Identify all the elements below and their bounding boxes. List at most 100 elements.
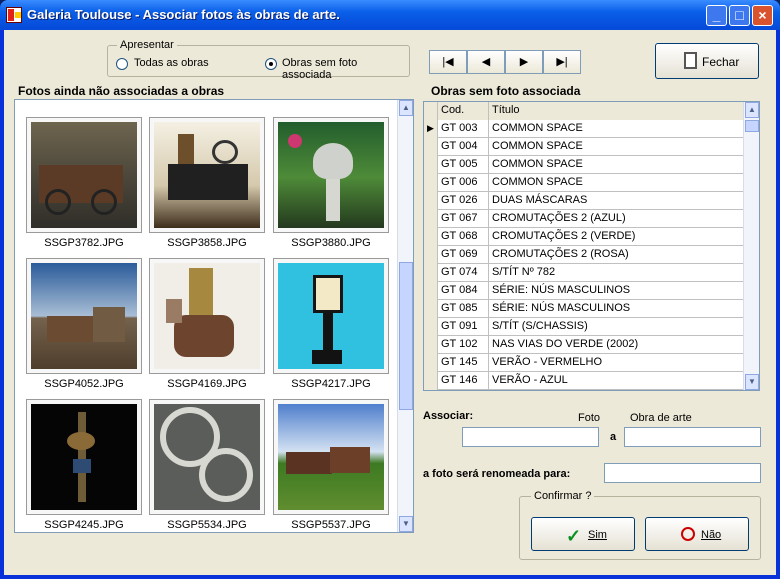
table-row[interactable]: GT 145 VERÃO - VERMELHO	[424, 354, 744, 372]
photo-grid: SSGP3782.JPG SSGP3858.JPG SSGP3880.JPG S…	[15, 100, 399, 532]
photo-thumbnail[interactable]	[149, 399, 265, 515]
radio-obras-sem-foto[interactable]	[265, 58, 277, 70]
last-record-button[interactable]: ▶|	[543, 50, 581, 74]
cod-cell: GT 091	[438, 318, 489, 336]
photo-filename: SSGP3782.JPG	[44, 237, 124, 249]
nao-button-label: Não	[701, 529, 722, 541]
cod-cell: GT 084	[438, 282, 489, 300]
row-selector-icon	[424, 210, 438, 228]
nao-button[interactable]: Não	[645, 517, 749, 551]
maximize-button[interactable]: □	[729, 5, 750, 26]
table-row[interactable]: GT 084 SÉRIE: NÚS MASCULINOS	[424, 282, 744, 300]
close-button[interactable]: ×	[752, 5, 773, 26]
obras-scrollbar[interactable]: ▲ ▼	[743, 102, 759, 390]
rename-field[interactable]	[604, 463, 761, 483]
titulo-cell: DUAS MÁSCARAS	[489, 192, 744, 210]
obras-scroll-thumb[interactable]	[745, 120, 759, 132]
cod-cell: GT 074	[438, 264, 489, 282]
photo-thumbnail[interactable]	[273, 258, 389, 374]
photo-thumbnail[interactable]	[149, 117, 265, 233]
first-record-button[interactable]: |◀	[429, 50, 467, 74]
table-row[interactable]: GT 091 S/TÍT (S/CHASSIS)	[424, 318, 744, 336]
photo-thumbnail[interactable]	[149, 258, 265, 374]
row-selector-icon	[424, 282, 438, 300]
titulo-cell: NAS VIAS DO VERDE (2002)	[489, 336, 744, 354]
sim-button-label: Sim	[588, 529, 607, 541]
obras-table[interactable]: Cod. Título ▶ GT 003 COMMON SPACE GT 004 COM…	[423, 101, 760, 391]
scroll-up-icon[interactable]: ▲	[399, 100, 413, 116]
photo-thumbnail[interactable]	[26, 399, 142, 515]
title-bar[interactable]: Galeria Toulouse - Associar fotos às obr…	[0, 0, 780, 30]
photo-filename: SSGP4245.JPG	[44, 519, 124, 531]
scroll-down-icon[interactable]: ▼	[745, 374, 759, 390]
obra-de-arte-label: Obra de arte	[630, 412, 692, 424]
radio-todas-as-obras[interactable]	[116, 58, 128, 70]
cod-cell: GT 085	[438, 300, 489, 318]
table-row[interactable]: GT 074 S/TÍT Nº 782	[424, 264, 744, 282]
application-window: Galeria Toulouse - Associar fotos às obr…	[0, 0, 780, 579]
obras-heading: Obras sem foto associada	[431, 84, 581, 98]
titulo-cell: SÉRIE: NÚS MASCULINOS	[489, 282, 744, 300]
row-selector-icon	[424, 138, 438, 156]
cod-cell: GT 026	[438, 192, 489, 210]
table-row[interactable]: GT 006 COMMON SPACE	[424, 174, 744, 192]
cod-cell: GT 102	[438, 336, 489, 354]
obra-de-arte-field[interactable]	[624, 427, 761, 447]
sim-button[interactable]: ✓ Sim	[531, 517, 635, 551]
cod-cell: GT 069	[438, 246, 489, 264]
photo-filename: SSGP4217.JPG	[291, 378, 371, 390]
column-header-cod[interactable]: Cod.	[438, 102, 489, 120]
row-selector-icon: ▶	[424, 120, 438, 138]
table-row[interactable]: GT 068 CROMUTAÇÕES 2 (VERDE)	[424, 228, 744, 246]
row-selector-icon	[424, 174, 438, 192]
cod-cell: GT 068	[438, 228, 489, 246]
previous-record-button[interactable]: ◀	[467, 50, 505, 74]
radio-label-sem-foto: Obras sem foto associada	[282, 57, 358, 81]
titulo-cell: S/TÍT Nº 782	[489, 264, 744, 282]
table-row[interactable]: GT 004 COMMON SPACE	[424, 138, 744, 156]
row-selector-icon	[424, 156, 438, 174]
photo-filename: SSGP3858.JPG	[167, 237, 247, 249]
table-row[interactable]: GT 102 NAS VIAS DO VERDE (2002)	[424, 336, 744, 354]
window-title: Galeria Toulouse - Associar fotos às obr…	[27, 7, 340, 22]
column-header-titulo[interactable]: Título	[489, 102, 744, 120]
scroll-up-icon[interactable]: ▲	[745, 102, 759, 118]
fechar-button[interactable]: Fechar	[655, 43, 759, 79]
photo-scrollbar[interactable]: ▲ ▼	[397, 100, 413, 532]
photo-thumbnail[interactable]	[273, 399, 389, 515]
confirmar-group: Confirmar ? ✓ Sim Não	[519, 490, 761, 560]
photo-gallery[interactable]: SSGP3782.JPG SSGP3858.JPG SSGP3880.JPG S…	[14, 99, 414, 533]
row-selector-icon	[424, 372, 438, 390]
table-row[interactable]: GT 085 SÉRIE: NÚS MASCULINOS	[424, 300, 744, 318]
table-row[interactable]: GT 067 CROMUTAÇÕES 2 (AZUL)	[424, 210, 744, 228]
table-row[interactable]: GT 005 COMMON SPACE	[424, 156, 744, 174]
photo-filename: SSGP3880.JPG	[291, 237, 371, 249]
row-selector-icon	[424, 228, 438, 246]
titulo-cell: COMMON SPACE	[489, 156, 744, 174]
next-record-button[interactable]: ▶	[505, 50, 543, 74]
cod-cell: GT 003	[438, 120, 489, 138]
titulo-cell: CROMUTAÇÕES 2 (ROSA)	[489, 246, 744, 264]
photo-thumbnail[interactable]	[273, 117, 389, 233]
apresentar-label: Apresentar	[117, 39, 177, 51]
cod-cell: GT 005	[438, 156, 489, 174]
photo-filename: SSGP5534.JPG	[167, 519, 247, 531]
photo-thumbnail[interactable]	[26, 258, 142, 374]
app-icon	[6, 7, 22, 23]
photo-scroll-thumb[interactable]	[399, 262, 413, 410]
minimize-button[interactable]: _	[706, 5, 727, 26]
foto-field[interactable]	[462, 427, 599, 447]
checkmark-icon: ✓	[566, 526, 582, 546]
table-row[interactable]: GT 069 CROMUTAÇÕES 2 (ROSA)	[424, 246, 744, 264]
table-row[interactable]: GT 026 DUAS MÁSCARAS	[424, 192, 744, 210]
titulo-cell: SÉRIE: NÚS MASCULINOS	[489, 300, 744, 318]
scroll-down-icon[interactable]: ▼	[399, 516, 413, 532]
photo-filename: SSGP4169.JPG	[167, 378, 247, 390]
row-selector-icon	[424, 246, 438, 264]
associar-label: Associar:	[423, 410, 474, 422]
photo-thumbnail[interactable]	[26, 117, 142, 233]
table-row[interactable]: ▶ GT 003 COMMON SPACE	[424, 120, 744, 138]
titulo-cell: CROMUTAÇÕES 2 (AZUL)	[489, 210, 744, 228]
cod-cell: GT 146	[438, 372, 489, 390]
table-row[interactable]: GT 146 VERÃO - AZUL	[424, 372, 744, 390]
